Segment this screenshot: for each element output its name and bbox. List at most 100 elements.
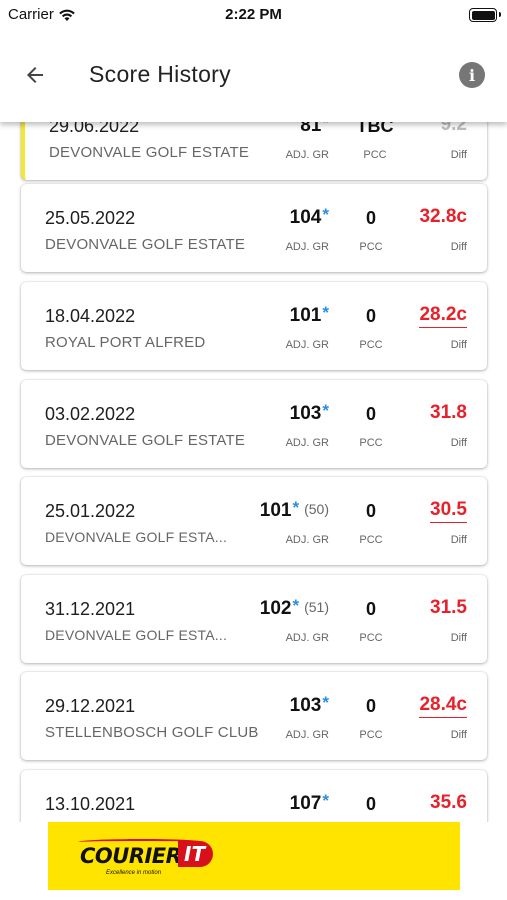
course-name: STELLENBOSCH GOLF CLUB [45,724,259,741]
pcc-label: PCC [359,534,383,546]
score-card[interactable]: 03.02.2022 DEVONVALE GOLF ESTATE 103* ADJ. … [21,380,487,468]
asterisk-icon: * [322,205,329,224]
differential-label: Diff [450,339,467,351]
score-card[interactable]: 13.10.2021107*ADJ. GR0PCC35.6Diff [21,770,487,822]
differential-label: Diff [450,241,467,253]
adjusted-gross-label: ADJ. GR [285,241,329,253]
score-date: 25.01.2022 [45,501,136,521]
adjusted-gross-label: ADJ. GR [285,339,329,351]
score-date: 13.10.2021 [45,794,136,814]
arrow-left-icon [27,67,43,83]
pcc-value: 0 [365,208,376,228]
asterisk-icon: * [292,498,300,517]
score-date: 29.06.2022 [49,122,140,136]
score-list[interactable]: 29.06.2022 DEVONVALE GOLF ESTATE 81* ADJ. G… [0,122,507,822]
adjusted-gross-value: 103 [289,695,322,716]
differential-value: 30.5 [430,499,467,523]
pcc-label: PCC [359,241,383,253]
differential-label: Diff [450,534,467,546]
adjusted-gross-label: ADJ. GR [285,149,329,161]
score-date: 03.02.2022 [45,404,136,424]
asterisk-icon: * [322,303,329,322]
course-name: DEVONVALE GOLF ESTA... [45,529,228,545]
adjusted-gross: 107* [289,791,329,815]
previous-score: (51) [304,599,329,615]
adjusted-gross-value: 104 [289,207,322,228]
score-card[interactable]: 18.04.2022 ROYAL PORT ALFRED 101* ADJ. GR 0 P… [21,282,487,370]
pcc-value: TBC [356,122,394,136]
pcc-label: PCC [363,149,387,161]
adjusted-gross-label: ADJ. GR [285,632,329,644]
adjusted-gross-value: 107 [289,793,322,814]
pcc-value: 0 [365,404,376,424]
differential-value: 9.2 [440,122,467,135]
score-date: 18.04.2022 [45,306,136,326]
differential-value: 31.8 [430,402,467,423]
differential-value: 31.5 [430,597,467,618]
adjusted-gross-value: 102 [259,598,292,619]
score-card[interactable]: 29.12.2021 STELLENBOSCH GOLF CLUB 103* ADJ.… [21,672,487,760]
adjusted-gross-label: ADJ. GR [285,534,329,546]
score-card[interactable]: 25.05.2022 DEVONVALE GOLF ESTATE 104* ADJ. … [21,184,487,272]
course-name: DEVONVALE GOLF ESTATE [49,144,250,161]
score-card[interactable]: 29.06.2022 DEVONVALE GOLF ESTATE 81* ADJ. G… [21,122,487,180]
score-card[interactable]: 31.12.2021 DEVONVALE GOLF ESTA... 102* (51)… [21,575,487,663]
app-bar: Score History i [0,30,507,122]
status-bar: Carrier 2:22 PM [0,0,507,30]
score-date: 31.12.2021 [45,599,136,619]
pcc-label: PCC [359,632,383,644]
info-icon: i [468,65,476,85]
pcc-value: 0 [365,794,376,814]
differential-value: 35.6 [430,792,467,813]
pcc-value: 0 [365,306,376,326]
score-date: 29.12.2021 [45,696,136,716]
logo-slogan: Excellence in motion [106,870,162,876]
course-name: DEVONVALE GOLF ESTA... [45,627,228,643]
score-date: 25.05.2022 [45,208,136,228]
asterisk-icon: * [322,791,329,810]
differential-label: Diff [450,437,467,449]
differential-label: Diff [450,729,467,741]
course-name: ROYAL PORT ALFRED [45,334,206,351]
back-button[interactable] [20,60,50,90]
differential-value: 32.8c [419,206,467,227]
differential-value: 28.2c [419,304,467,328]
adjusted-gross-value: 81 [300,122,322,136]
pcc-value: 0 [365,599,376,619]
adjusted-gross-value: 103 [289,403,322,424]
status-time: 2:22 PM [225,6,282,23]
asterisk-icon: * [322,401,329,420]
info-button[interactable]: i [459,62,485,88]
differential-value: 28.4c [419,694,467,718]
previous-score: (50) [304,501,329,517]
score-card[interactable]: 25.01.2022 DEVONVALE GOLF ESTA... 101* (50)… [21,477,487,565]
adjusted-gross: 101* [289,303,329,327]
pcc-label: PCC [359,339,383,351]
asterisk-icon: * [322,122,329,132]
differential-label: Diff [450,632,467,644]
adjusted-gross-value: 101 [259,500,292,521]
asterisk-icon: * [292,596,300,615]
adjusted-gross: 81* [300,122,329,137]
pcc-label: PCC [359,729,383,741]
adjusted-gross-label: ADJ. GR [285,437,329,449]
courier-it-logo: COURIER IT Excellence in motion [76,834,223,878]
logo-brand: COURIER [80,844,182,868]
logo-brand-suffix: IT [178,841,214,867]
pcc-value: 0 [365,696,376,716]
adjusted-gross: 102* (51) [259,596,329,620]
adjusted-gross: 104* [289,205,329,229]
pcc-value: 0 [365,501,376,521]
ad-banner[interactable]: COURIER IT Excellence in motion [48,822,460,890]
adjusted-gross: 103* [289,401,329,425]
adjusted-gross: 103* [289,693,329,717]
course-name: DEVONVALE GOLF ESTATE [45,236,246,253]
pcc-label: PCC [359,437,383,449]
adjusted-gross-value: 101 [289,305,322,326]
page-title: Score History [89,61,231,87]
battery-icon [469,8,501,22]
adjusted-gross: 101* (50) [259,498,329,522]
adjusted-gross-label: ADJ. GR [285,729,329,741]
differential-label: Diff [450,149,467,161]
asterisk-icon: * [322,693,329,712]
